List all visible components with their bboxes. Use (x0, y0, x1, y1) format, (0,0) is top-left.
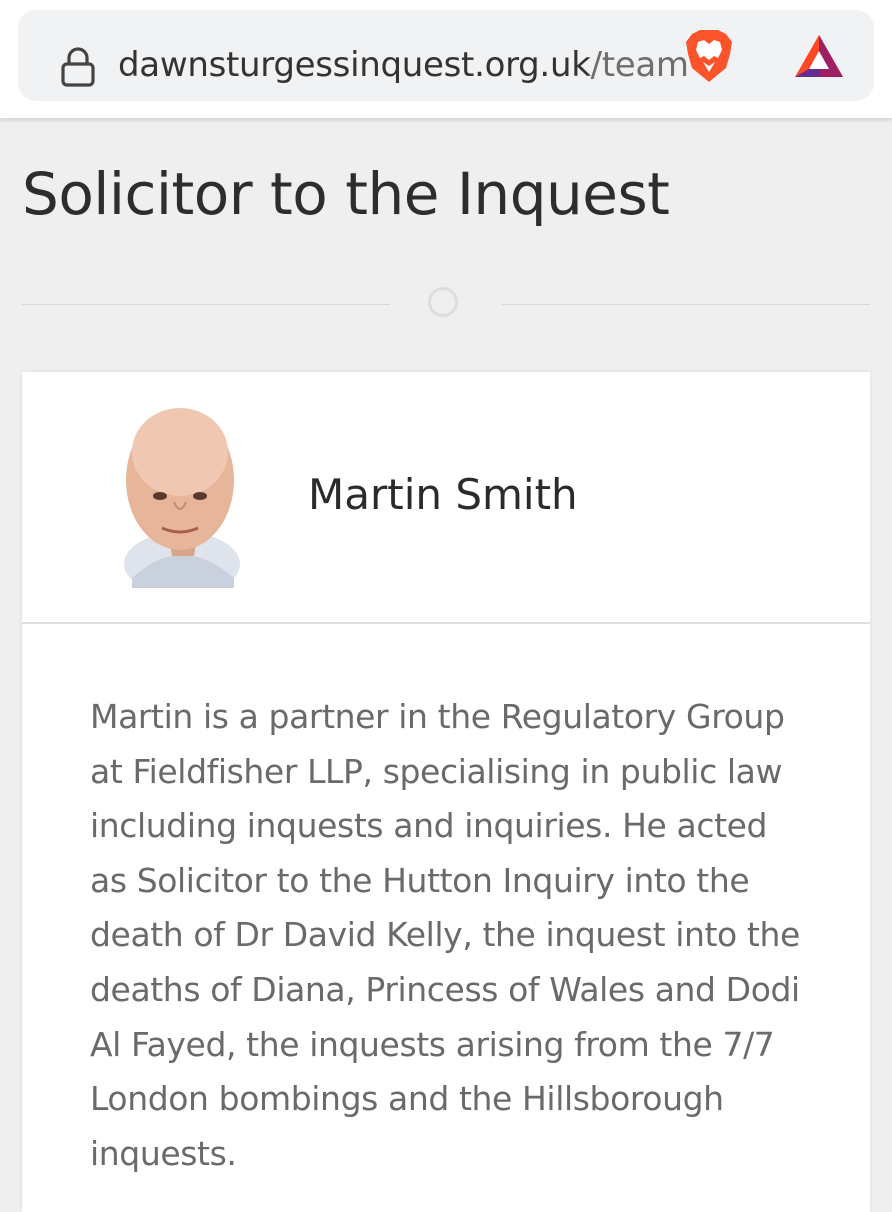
url-path: /team (590, 45, 689, 85)
address-bar[interactable]: dawnsturgessinquest.org.uk/team (18, 10, 874, 101)
page-title: Solicitor to the Inquest (22, 160, 670, 228)
lock-icon[interactable] (60, 47, 96, 87)
card-header: Martin Smith (22, 372, 870, 624)
url-text[interactable]: dawnsturgessinquest.org.uk/team (118, 42, 689, 88)
member-name: Martin Smith (308, 470, 578, 519)
divider-circle-icon (428, 287, 458, 317)
member-bio: Martin is a partner in the Regulatory Gr… (90, 697, 800, 1173)
divider-right (502, 304, 870, 305)
bat-triangle-icon[interactable] (793, 33, 845, 79)
url-domain: dawnsturgessinquest.org.uk (118, 45, 591, 85)
avatar (124, 408, 240, 588)
browser-toolbar: dawnsturgessinquest.org.uk/team (0, 0, 892, 119)
brave-lion-icon[interactable] (684, 28, 734, 84)
divider-left (22, 304, 390, 305)
team-member-card: Martin Smith Martin is a partner in the … (22, 372, 870, 1212)
